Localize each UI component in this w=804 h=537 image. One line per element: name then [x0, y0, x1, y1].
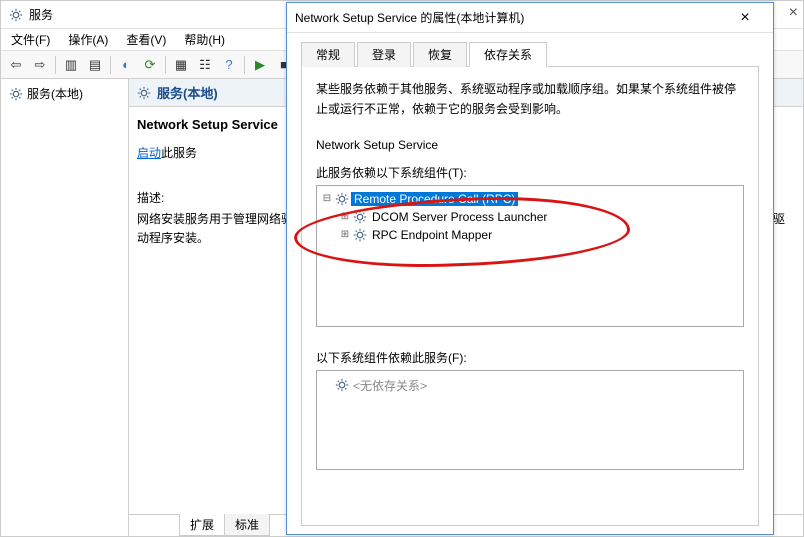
tree-item-rpcendpoint[interactable]: ⊞ RPC Endpoint Mapper [321, 226, 739, 244]
tab-extended[interactable]: 扩展 [179, 514, 225, 536]
center-header-text: 服务(本地) [157, 83, 218, 102]
dialog-content: 某些服务依赖于其他服务、系统驱动程序或加载顺序组。如果某个系统组件被停止或运行不… [301, 66, 759, 526]
tree-item-rpc[interactable]: ⊟ Remote Procedure Call (RPC) [321, 190, 739, 208]
help2-button[interactable]: ? [218, 54, 240, 76]
start-suffix: 此服务 [161, 146, 197, 160]
dialog-titlebar[interactable]: Network Setup Service 的属性(本地计算机) × [287, 3, 773, 33]
tree-item-dcom[interactable]: ⊞ DCOM Server Process Launcher [321, 208, 739, 226]
no-dependency-label: <无依存关系> [353, 377, 427, 394]
services-icon [9, 8, 23, 22]
gear-icon [335, 378, 349, 392]
tab-dependencies[interactable]: 依存关系 [469, 42, 547, 67]
start-service-link[interactable]: 启动 [137, 146, 161, 160]
dialog-tabs: 常规 登录 恢复 依存关系 [287, 33, 773, 66]
dependency-info-text: 某些服务依赖于其他服务、系统驱动程序或加载顺序组。如果某个系统组件被停止或运行不… [316, 79, 744, 120]
back-button[interactable]: ⇦ [5, 54, 27, 76]
dialog-service-name: Network Setup Service [316, 138, 744, 152]
expand-icon[interactable]: ⊞ [339, 229, 351, 240]
tab-general[interactable]: 常规 [301, 42, 355, 67]
gear-icon [335, 192, 349, 206]
menu-action[interactable]: 操作(A) [64, 29, 112, 50]
tree-item-label: Remote Procedure Call (RPC) [351, 192, 518, 206]
no-dependency-item: <无依存关系> [323, 377, 737, 394]
depended-by-label: 以下系统组件依赖此服务(F): [316, 349, 744, 366]
tree-root-services[interactable]: 服务(本地) [5, 83, 124, 104]
left-tree-pane: 服务(本地) [1, 79, 129, 536]
menu-view[interactable]: 查看(V) [122, 29, 170, 50]
tab-standard[interactable]: 标准 [224, 514, 270, 536]
help-button[interactable]: ◐ [115, 54, 137, 76]
forward-button[interactable]: ⇨ [29, 54, 51, 76]
properties-dialog: Network Setup Service 的属性(本地计算机) × 常规 登录… [286, 2, 774, 535]
depended-by-tree[interactable]: <无依存关系> [316, 370, 744, 470]
start-svc-button[interactable]: ▶ [249, 54, 271, 76]
refresh-button[interactable]: ⟳ [139, 54, 161, 76]
properties-button[interactable]: ☷ [194, 54, 216, 76]
gear-icon [353, 228, 367, 242]
depends-on-label: 此服务依赖以下系统组件(T): [316, 164, 744, 181]
dialog-title-text: Network Setup Service 的属性(本地计算机) [295, 9, 524, 26]
export-button[interactable]: ▦ [170, 54, 192, 76]
dialog-close-button[interactable]: × [725, 4, 765, 32]
tree-item-label: DCOM Server Process Launcher [369, 210, 550, 224]
tab-recovery[interactable]: 恢复 [413, 42, 467, 67]
details-button[interactable]: ▤ [84, 54, 106, 76]
gear-icon [9, 87, 23, 101]
gear-icon [137, 86, 151, 100]
menu-file[interactable]: 文件(F) [7, 29, 54, 50]
tab-logon[interactable]: 登录 [357, 42, 411, 67]
gear-icon [353, 210, 367, 224]
menu-help[interactable]: 帮助(H) [180, 29, 229, 50]
main-title-text: 服务 [29, 6, 53, 23]
tree-item-label: RPC Endpoint Mapper [369, 228, 495, 242]
depends-on-tree[interactable]: ⊟ Remote Procedure Call (RPC) ⊞ DCOM Ser… [316, 185, 744, 327]
show-hide-tree-button[interactable]: ▥ [60, 54, 82, 76]
tree-root-label: 服务(本地) [27, 85, 83, 102]
collapse-icon[interactable]: ⊟ [321, 193, 333, 204]
expand-icon[interactable]: ⊞ [339, 211, 351, 222]
